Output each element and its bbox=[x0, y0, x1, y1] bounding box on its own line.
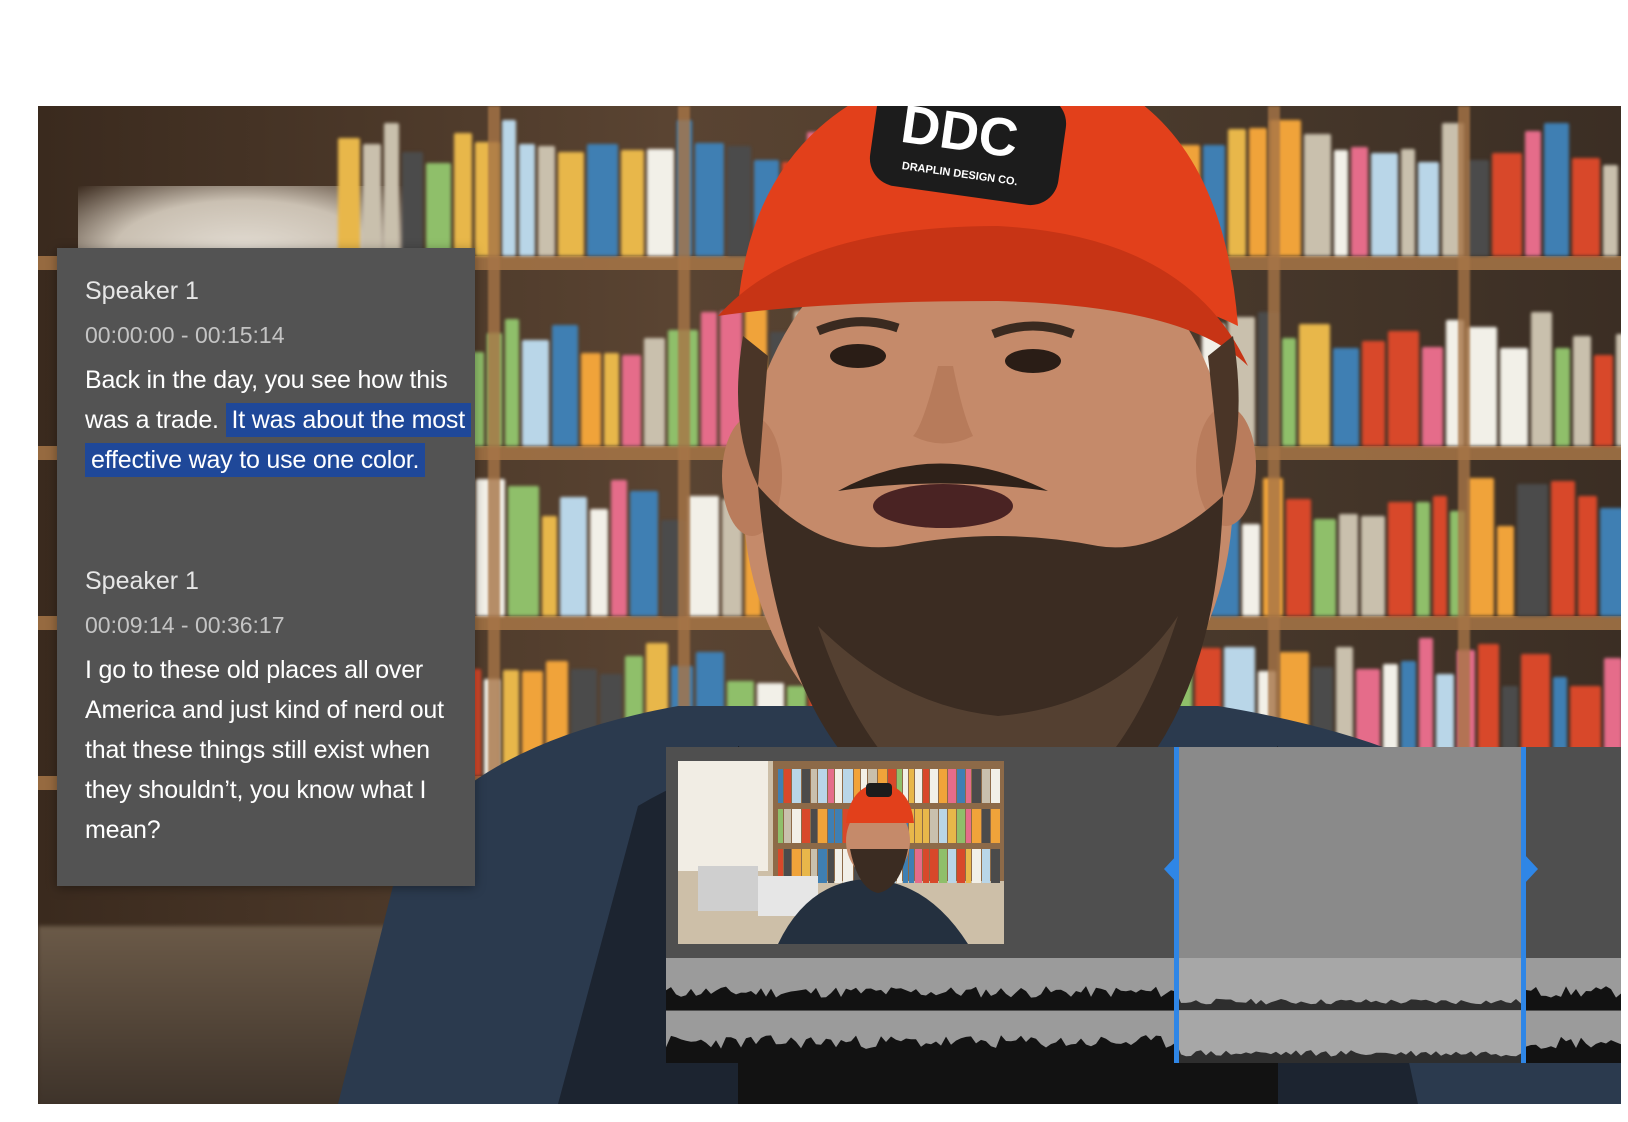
selection-audio-overlay bbox=[1176, 958, 1524, 1063]
in-handle-chevron-icon[interactable] bbox=[1160, 854, 1178, 884]
out-handle-chevron-icon[interactable] bbox=[1524, 854, 1542, 884]
speaker-label: Speaker 1 bbox=[85, 277, 199, 305]
clip-thumbnail-image bbox=[678, 761, 1004, 944]
selection-in-handle[interactable] bbox=[1174, 747, 1179, 1063]
transcript-text[interactable]: I go to these old places all over Americ… bbox=[85, 650, 465, 850]
transcript-entry[interactable]: Speaker 1 00:09:14 - 00:36:17 I go to th… bbox=[85, 566, 465, 850]
transcript-entry[interactable]: Speaker 1 00:00:00 - 00:15:14 Back in th… bbox=[85, 276, 471, 480]
transcript-panel: Speaker 1 00:00:00 - 00:15:14 Back in th… bbox=[57, 248, 475, 886]
timecode: 00:09:14 - 00:36:17 bbox=[85, 612, 285, 638]
video-clip-thumbnail[interactable] bbox=[678, 761, 1004, 944]
timecode: 00:00:00 - 00:15:14 bbox=[85, 322, 285, 348]
selection-out-handle[interactable] bbox=[1521, 747, 1526, 1063]
speaker-label: Speaker 1 bbox=[85, 567, 199, 595]
transcript-text[interactable]: Back in the day, you see how this was a … bbox=[85, 360, 471, 480]
timeline-panel[interactable] bbox=[666, 747, 1621, 1063]
